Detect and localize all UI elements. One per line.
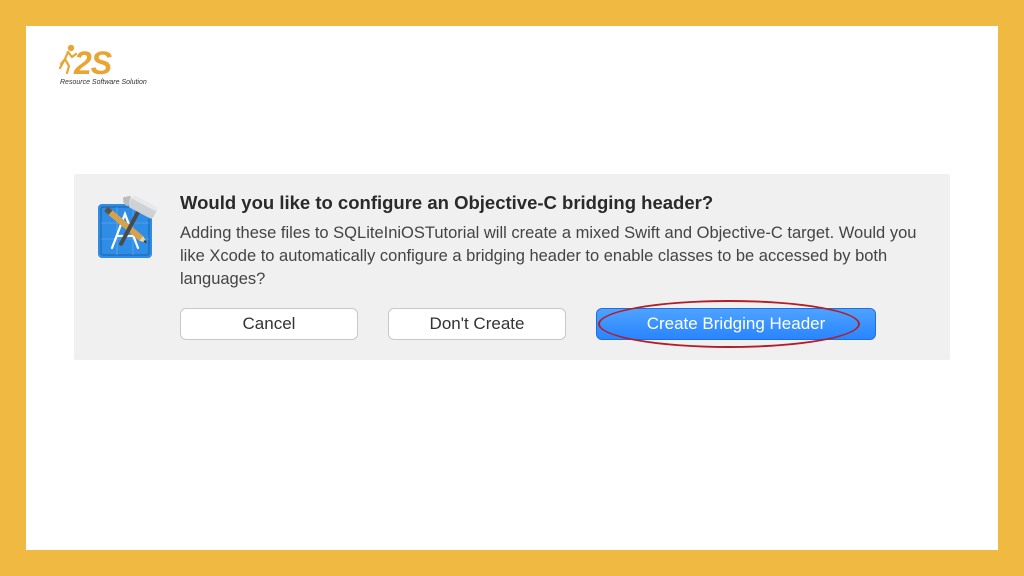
cancel-button[interactable]: Cancel [180, 308, 358, 340]
bridging-header-dialog: Would you like to configure an Objective… [74, 174, 950, 360]
logo-char-s: S [91, 45, 111, 82]
dialog-title: Would you like to configure an Objective… [180, 192, 930, 214]
xcode-app-icon [94, 192, 162, 260]
create-bridging-header-button[interactable]: Create Bridging Header [596, 308, 876, 340]
logo-running-figure-icon [58, 44, 78, 74]
dont-create-button[interactable]: Don't Create [388, 308, 566, 340]
brand-logo: 2 S Resource Software Solution [58, 44, 147, 86]
content-frame: 2 S Resource Software Solution [26, 26, 998, 550]
logo-mark: 2 S [58, 44, 111, 82]
logo-tagline: Resource Software Solution [60, 79, 147, 86]
dialog-body: Adding these files to SQLiteIniOSTutoria… [180, 222, 930, 290]
dialog-text: Would you like to configure an Objective… [180, 192, 930, 340]
dialog-button-row: Cancel Don't Create Create Bridging Head… [180, 308, 930, 340]
